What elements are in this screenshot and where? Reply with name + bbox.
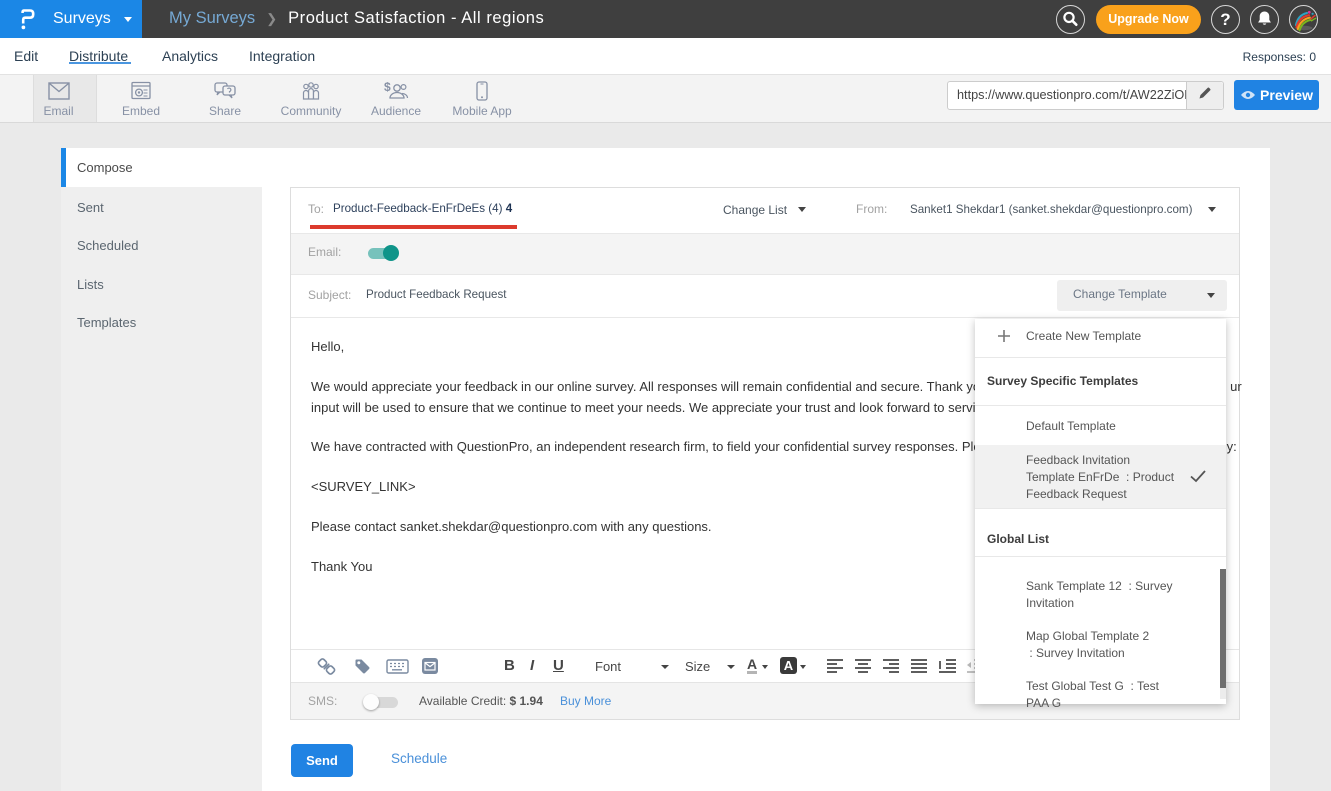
svg-text:$: $	[384, 80, 391, 94]
